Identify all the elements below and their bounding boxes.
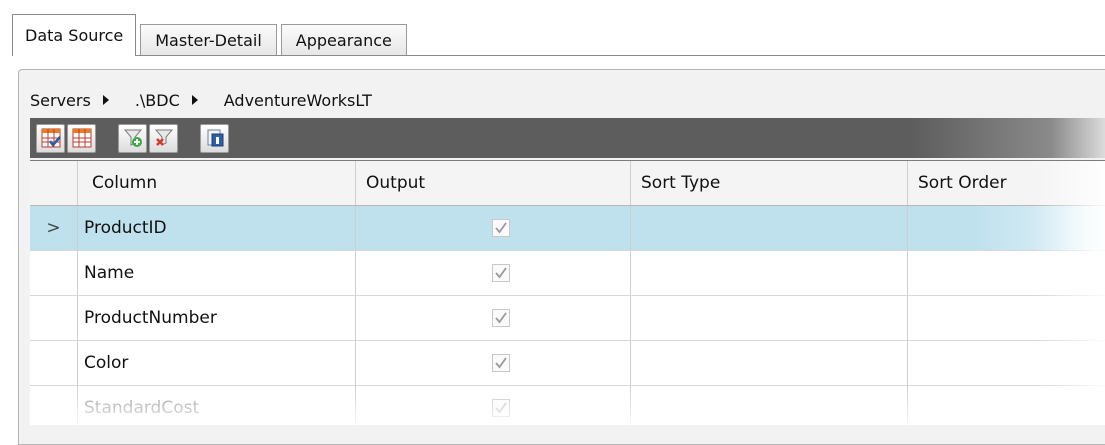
output-cell bbox=[356, 206, 631, 250]
row-indicator bbox=[30, 296, 78, 340]
sort-type-cell[interactable] bbox=[631, 341, 908, 385]
table-row[interactable]: Color bbox=[30, 341, 1105, 386]
output-checkbox[interactable] bbox=[492, 309, 510, 327]
sort-order-cell[interactable] bbox=[908, 206, 1105, 250]
column-header-output[interactable]: Output bbox=[356, 161, 631, 205]
chevron-right-icon bbox=[102, 95, 109, 105]
tab-divider bbox=[12, 55, 1105, 56]
row-header-corner bbox=[30, 161, 78, 205]
remove-filter-button[interactable] bbox=[149, 123, 178, 153]
sort-type-cell[interactable] bbox=[631, 251, 908, 295]
sort-type-cell[interactable] bbox=[631, 386, 908, 425]
add-filter-button[interactable] bbox=[118, 123, 147, 153]
column-name-cell[interactable]: Color bbox=[78, 341, 356, 385]
tab-appearance[interactable]: Appearance bbox=[280, 24, 407, 56]
check-icon bbox=[495, 222, 507, 234]
add-filter-icon bbox=[123, 129, 142, 147]
columns-grid: Column Output Sort Type Sort Order > Pro… bbox=[30, 160, 1105, 425]
output-cell bbox=[356, 296, 631, 340]
tab-master-detail[interactable]: Master-Detail bbox=[140, 24, 277, 56]
column-name-cell[interactable]: ProductNumber bbox=[78, 296, 356, 340]
check-icon bbox=[495, 312, 507, 324]
deselect-columns-button[interactable] bbox=[67, 123, 96, 153]
column-header-sort-order[interactable]: Sort Order bbox=[908, 161, 1105, 205]
check-icon bbox=[495, 357, 507, 369]
output-checkbox[interactable] bbox=[492, 219, 510, 237]
tab-label: Data Source bbox=[25, 26, 124, 45]
breadcrumb-server[interactable]: .\BDC bbox=[135, 91, 180, 110]
row-indicator bbox=[30, 341, 78, 385]
output-cell bbox=[356, 341, 631, 385]
output-cell bbox=[356, 386, 631, 425]
row-indicator: > bbox=[30, 206, 78, 250]
grid-header-row: Column Output Sort Type Sort Order bbox=[30, 161, 1105, 206]
row-indicator bbox=[30, 251, 78, 295]
sort-order-cell[interactable] bbox=[908, 341, 1105, 385]
sort-order-cell[interactable] bbox=[908, 251, 1105, 295]
output-checkbox[interactable] bbox=[492, 399, 510, 417]
select-all-columns-icon bbox=[41, 128, 61, 148]
tab-label: Master-Detail bbox=[155, 31, 262, 50]
output-checkbox[interactable] bbox=[492, 264, 510, 282]
column-name-cell[interactable]: StandardCost bbox=[78, 386, 356, 425]
tab-strip: Data Source Master-Detail Appearance bbox=[12, 14, 411, 56]
output-checkbox[interactable] bbox=[492, 354, 510, 372]
row-indicator bbox=[30, 386, 78, 425]
breadcrumb-database[interactable]: AdventureWorksLT bbox=[224, 91, 372, 110]
table-row[interactable]: Name bbox=[30, 251, 1105, 296]
column-header-sort-type[interactable]: Sort Type bbox=[631, 161, 908, 205]
table-row[interactable]: > ProductID bbox=[30, 206, 1105, 251]
breadcrumb-servers[interactable]: Servers bbox=[30, 91, 91, 110]
select-all-columns-button[interactable] bbox=[36, 123, 65, 153]
column-header-column[interactable]: Column bbox=[78, 161, 356, 205]
sort-type-cell[interactable] bbox=[631, 296, 908, 340]
remove-filter-icon bbox=[154, 129, 173, 146]
tab-data-source[interactable]: Data Source bbox=[12, 14, 137, 56]
column-name-cell[interactable]: ProductID bbox=[78, 206, 356, 250]
properties-button[interactable] bbox=[200, 123, 229, 153]
table-row[interactable]: StandardCost bbox=[30, 386, 1105, 425]
properties-icon bbox=[207, 129, 223, 147]
toolbar bbox=[30, 118, 1105, 158]
deselect-columns-icon bbox=[72, 128, 91, 148]
breadcrumb: Servers .\BDC AdventureWorksLT bbox=[30, 84, 372, 116]
column-name-cell[interactable]: Name bbox=[78, 251, 356, 295]
check-icon bbox=[495, 267, 507, 279]
output-cell bbox=[356, 251, 631, 295]
check-icon bbox=[495, 402, 507, 414]
tab-label: Appearance bbox=[295, 31, 392, 50]
sort-type-cell[interactable] bbox=[631, 206, 908, 250]
sort-order-cell[interactable] bbox=[908, 296, 1105, 340]
sort-order-cell[interactable] bbox=[908, 386, 1105, 425]
chevron-right-icon bbox=[191, 95, 198, 105]
table-row[interactable]: ProductNumber bbox=[30, 296, 1105, 341]
